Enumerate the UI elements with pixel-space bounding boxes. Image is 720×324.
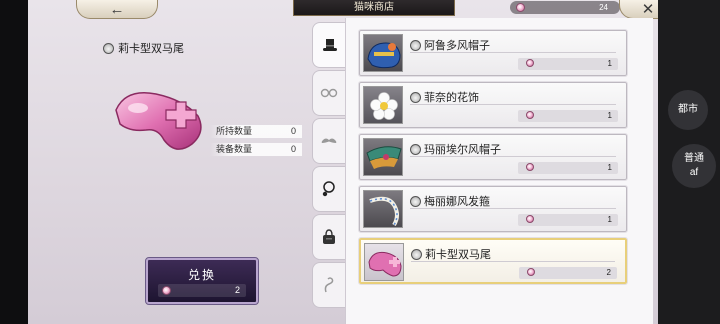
item-price-value: 1 bbox=[607, 59, 612, 68]
close-x-icon: ✕ bbox=[641, 1, 655, 18]
item-name-row: 玛丽埃尔风帽子 bbox=[410, 141, 501, 157]
cat-coin-icon bbox=[410, 143, 421, 155]
pink-coin-icon bbox=[526, 111, 534, 119]
glasses-icon bbox=[320, 88, 338, 98]
divider bbox=[411, 261, 615, 262]
bag-icon bbox=[323, 229, 335, 244]
list-item-1[interactable]: 菲奈的花饰 1 bbox=[358, 81, 628, 129]
divider bbox=[410, 52, 616, 53]
equipped-count-value: 0 bbox=[290, 144, 296, 154]
exchange-button[interactable]: 兑换 2 bbox=[145, 257, 259, 305]
item-price: 1 bbox=[518, 162, 618, 174]
arrow-left-icon: ← bbox=[109, 0, 125, 18]
top-hat-icon bbox=[323, 39, 337, 51]
list-item-0[interactable]: 阿鲁多风帽子 1 bbox=[358, 29, 628, 77]
item-thumbnail bbox=[363, 138, 403, 176]
normal-mode-button[interactable]: 普通 af bbox=[672, 144, 716, 188]
pink-coin-icon bbox=[526, 215, 534, 223]
owned-count-row: 所持数量 0 bbox=[210, 125, 302, 138]
item-name: 阿鲁多风帽子 bbox=[424, 40, 490, 52]
item-list-panel: 阿鲁多风帽子 1 菲奈的花饰 1 玛丽埃尔风帽子 1 梅丽娜风发箍 1 莉卡型双… bbox=[345, 18, 653, 324]
pink-coin-icon bbox=[527, 268, 535, 276]
item-name-row: 莉卡型双马尾 bbox=[411, 246, 491, 262]
selected-item-image bbox=[106, 80, 216, 160]
exchange-price-value: 2 bbox=[234, 285, 240, 295]
tab-bag[interactable] bbox=[312, 214, 345, 260]
item-name-row: 阿鲁多风帽子 bbox=[410, 37, 490, 53]
city-button[interactable]: 都市 bbox=[668, 90, 708, 130]
divider bbox=[410, 156, 616, 157]
cat-coin-icon bbox=[103, 42, 114, 54]
item-thumbnail bbox=[364, 243, 404, 281]
tab-tail[interactable] bbox=[312, 262, 345, 308]
exchange-price: 2 bbox=[158, 284, 246, 297]
item-thumbnail bbox=[363, 34, 403, 72]
item-name: 玛丽埃尔风帽子 bbox=[424, 144, 501, 156]
tab-hats[interactable] bbox=[312, 22, 347, 68]
tab-glasses[interactable] bbox=[312, 70, 345, 116]
equipped-count-row: 装备数量 0 bbox=[210, 143, 302, 156]
tab-necklace[interactable] bbox=[312, 166, 345, 212]
item-price: 2 bbox=[519, 267, 617, 279]
divider bbox=[410, 104, 616, 105]
back-button[interactable]: ← bbox=[76, 0, 158, 19]
tail-icon bbox=[324, 277, 334, 293]
item-price: 1 bbox=[518, 110, 618, 122]
city-label: 都市 bbox=[678, 104, 698, 115]
item-name: 莉卡型双马尾 bbox=[425, 249, 491, 261]
equipped-count-label: 装备数量 bbox=[216, 144, 253, 154]
item-price: 1 bbox=[518, 214, 618, 226]
list-item-3[interactable]: 梅丽娜风发箍 1 bbox=[358, 185, 628, 233]
item-price: 1 bbox=[518, 58, 618, 70]
currency-display: 24 bbox=[510, 1, 620, 14]
cat-shop-screen: ← 猫咪商店 24 ✕ 莉卡型双马尾 所持数量 0 装备数量 0 兑换 2 阿鲁… bbox=[28, 0, 658, 324]
list-item-2[interactable]: 玛丽埃尔风帽子 1 bbox=[358, 133, 628, 181]
item-name-row: 菲奈的花饰 bbox=[410, 89, 479, 105]
currency-amount: 24 bbox=[599, 3, 608, 12]
pink-coin-icon bbox=[526, 59, 534, 67]
divider bbox=[410, 208, 616, 209]
item-price-value: 2 bbox=[606, 268, 611, 277]
close-button[interactable]: ✕ bbox=[619, 0, 658, 19]
cat-coin-icon bbox=[410, 91, 421, 103]
pink-coin-icon bbox=[516, 3, 525, 12]
owned-count-value: 0 bbox=[290, 126, 296, 136]
item-price-value: 1 bbox=[607, 111, 612, 120]
cat-coin-icon bbox=[410, 39, 421, 51]
item-price-value: 1 bbox=[607, 215, 612, 224]
selected-item-title: 莉卡型双马尾 bbox=[103, 40, 184, 56]
item-thumbnail bbox=[363, 190, 403, 228]
item-name: 菲奈的花饰 bbox=[424, 92, 479, 104]
category-tabs bbox=[312, 22, 347, 324]
item-name: 梅丽娜风发箍 bbox=[424, 196, 490, 208]
normal-label: 普通 bbox=[684, 153, 704, 164]
owned-count-label: 所持数量 bbox=[216, 126, 253, 136]
af-label: af bbox=[689, 167, 699, 178]
pink-coin-icon bbox=[162, 286, 171, 295]
list-item-4[interactable]: 莉卡型双马尾 2 bbox=[358, 237, 628, 285]
item-thumbnail bbox=[363, 86, 403, 124]
item-price-value: 1 bbox=[607, 163, 612, 172]
tab-mustache[interactable] bbox=[312, 118, 345, 164]
shop-title: 猫咪商店 bbox=[293, 0, 455, 16]
pink-coin-icon bbox=[526, 163, 534, 171]
mustache-icon bbox=[321, 138, 337, 143]
necklace-icon bbox=[322, 181, 335, 197]
cat-coin-icon bbox=[411, 248, 422, 260]
cat-coin-icon bbox=[410, 195, 421, 207]
item-name-row: 梅丽娜风发箍 bbox=[410, 193, 490, 209]
left-letterbox bbox=[0, 0, 28, 324]
exchange-label: 兑换 bbox=[187, 268, 216, 282]
selected-item-name: 莉卡型双马尾 bbox=[118, 43, 184, 55]
